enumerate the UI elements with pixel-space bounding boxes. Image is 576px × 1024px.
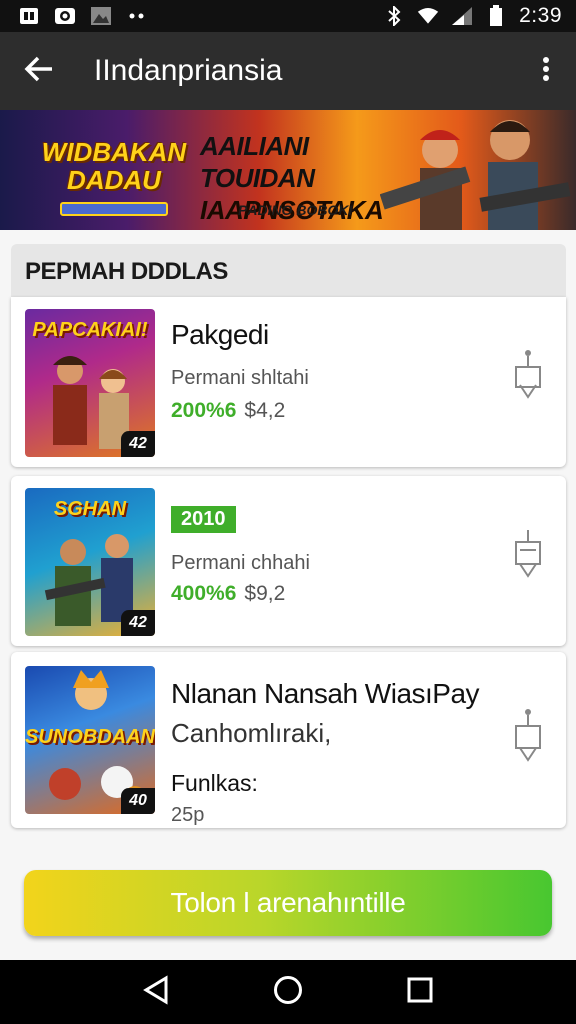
primary-action-label: Tolon l arenahıntille bbox=[170, 887, 406, 918]
home-circle-icon bbox=[273, 975, 303, 1010]
promo-banner[interactable]: WIDBAKAN DADAU AAILIANI TOUIDAN IAAPNSOT… bbox=[0, 110, 576, 230]
thumbnail-badge: 42 bbox=[121, 610, 155, 636]
download-icon bbox=[512, 350, 544, 409]
download-button[interactable] bbox=[512, 528, 544, 588]
offers-list: PEPMAH DDDLAS PAPCAKIAI! 42 Pakgedi Perm… bbox=[0, 230, 576, 858]
more-dots-icon bbox=[126, 7, 148, 25]
price-grey: $9,2 bbox=[244, 582, 286, 605]
camera-icon bbox=[54, 7, 76, 25]
thumbnail-badge: 42 bbox=[121, 431, 155, 457]
download-icon bbox=[512, 709, 544, 772]
banner-subtext: PÁDINO BOBOKI bbox=[238, 202, 353, 218]
card-name: Nlanan Nansah WiasıPay bbox=[171, 678, 480, 709]
back-button[interactable] bbox=[0, 32, 78, 110]
card-subtitle: Canhomlıraki, bbox=[171, 718, 332, 748]
overflow-menu-button[interactable] bbox=[516, 32, 576, 110]
section-title: PEPMAH DDDLAS bbox=[25, 258, 228, 285]
page-title: IIndanpriansia bbox=[94, 54, 283, 87]
nav-home-button[interactable] bbox=[268, 972, 308, 1012]
download-button[interactable] bbox=[512, 349, 544, 409]
card-subtitle: Permani shltahi bbox=[171, 367, 309, 389]
notification-icon bbox=[18, 7, 40, 25]
download-icon bbox=[512, 530, 544, 588]
bottom-action-area: Tolon l arenahıntille bbox=[0, 858, 576, 960]
battery-icon bbox=[485, 5, 507, 26]
price-green: 200%6 bbox=[171, 399, 237, 422]
card-value: 25p bbox=[171, 804, 205, 826]
thumbnail-badge: 40 bbox=[121, 788, 155, 814]
system-nav-bar bbox=[0, 960, 576, 1024]
card-label: Funlkas: bbox=[171, 770, 258, 796]
wifi-icon bbox=[417, 7, 439, 25]
banner-characters-illustration bbox=[380, 120, 571, 230]
game-thumbnail: SUNOBDAAN 40 bbox=[25, 666, 155, 814]
section-header: PEPMAH DDDLAS bbox=[11, 244, 566, 300]
signal-icon bbox=[451, 7, 473, 25]
photo-icon bbox=[90, 7, 112, 25]
price-row: 400%6 $9,2 bbox=[171, 582, 285, 606]
back-triangle-icon bbox=[143, 974, 169, 1010]
app-bar: IIndanpriansia bbox=[0, 32, 576, 110]
nav-back-button[interactable] bbox=[136, 972, 176, 1012]
list-item[interactable]: PAPCAKIAI! 42 Pakgedi Permani shltahi 20… bbox=[11, 297, 566, 467]
card-name: Pakgedi bbox=[171, 319, 269, 350]
price-green: 400%6 bbox=[171, 582, 237, 605]
banner-logo: WIDBAKAN DADAU bbox=[40, 128, 188, 220]
recents-square-icon bbox=[407, 977, 433, 1008]
banner-logo-ribbon bbox=[60, 202, 168, 216]
status-bar: 2:39 bbox=[0, 0, 576, 32]
banner-logo-text: WIDBAKAN DADAU bbox=[41, 137, 187, 195]
nav-recents-button[interactable] bbox=[400, 972, 440, 1012]
price-grey: $4,2 bbox=[244, 399, 286, 422]
arrow-back-icon bbox=[24, 56, 54, 87]
game-thumbnail: SGHAN 42 bbox=[25, 488, 155, 636]
bluetooth-icon bbox=[383, 6, 405, 26]
price-row: 200%6 $4,2 bbox=[171, 399, 285, 423]
list-item[interactable]: SUNOBDAAN 40 Nlanan Nansah WiasıPay Canh… bbox=[11, 652, 566, 828]
status-time: 2:39 bbox=[519, 4, 562, 27]
primary-action-button[interactable]: Tolon l arenahıntille bbox=[24, 870, 552, 936]
list-item[interactable]: SGHAN 42 2010 Permani chhahi 400%6 $9,2 bbox=[11, 476, 566, 646]
card-subtitle: Permani chhahi bbox=[171, 552, 310, 574]
banner-headline-line1: AAILIANI TOUIDAN bbox=[200, 131, 315, 193]
download-button[interactable] bbox=[512, 708, 544, 768]
game-thumbnail: PAPCAKIAI! 42 bbox=[25, 309, 155, 457]
highlight-tag: 2010 bbox=[171, 506, 236, 533]
more-vert-icon bbox=[542, 56, 550, 87]
